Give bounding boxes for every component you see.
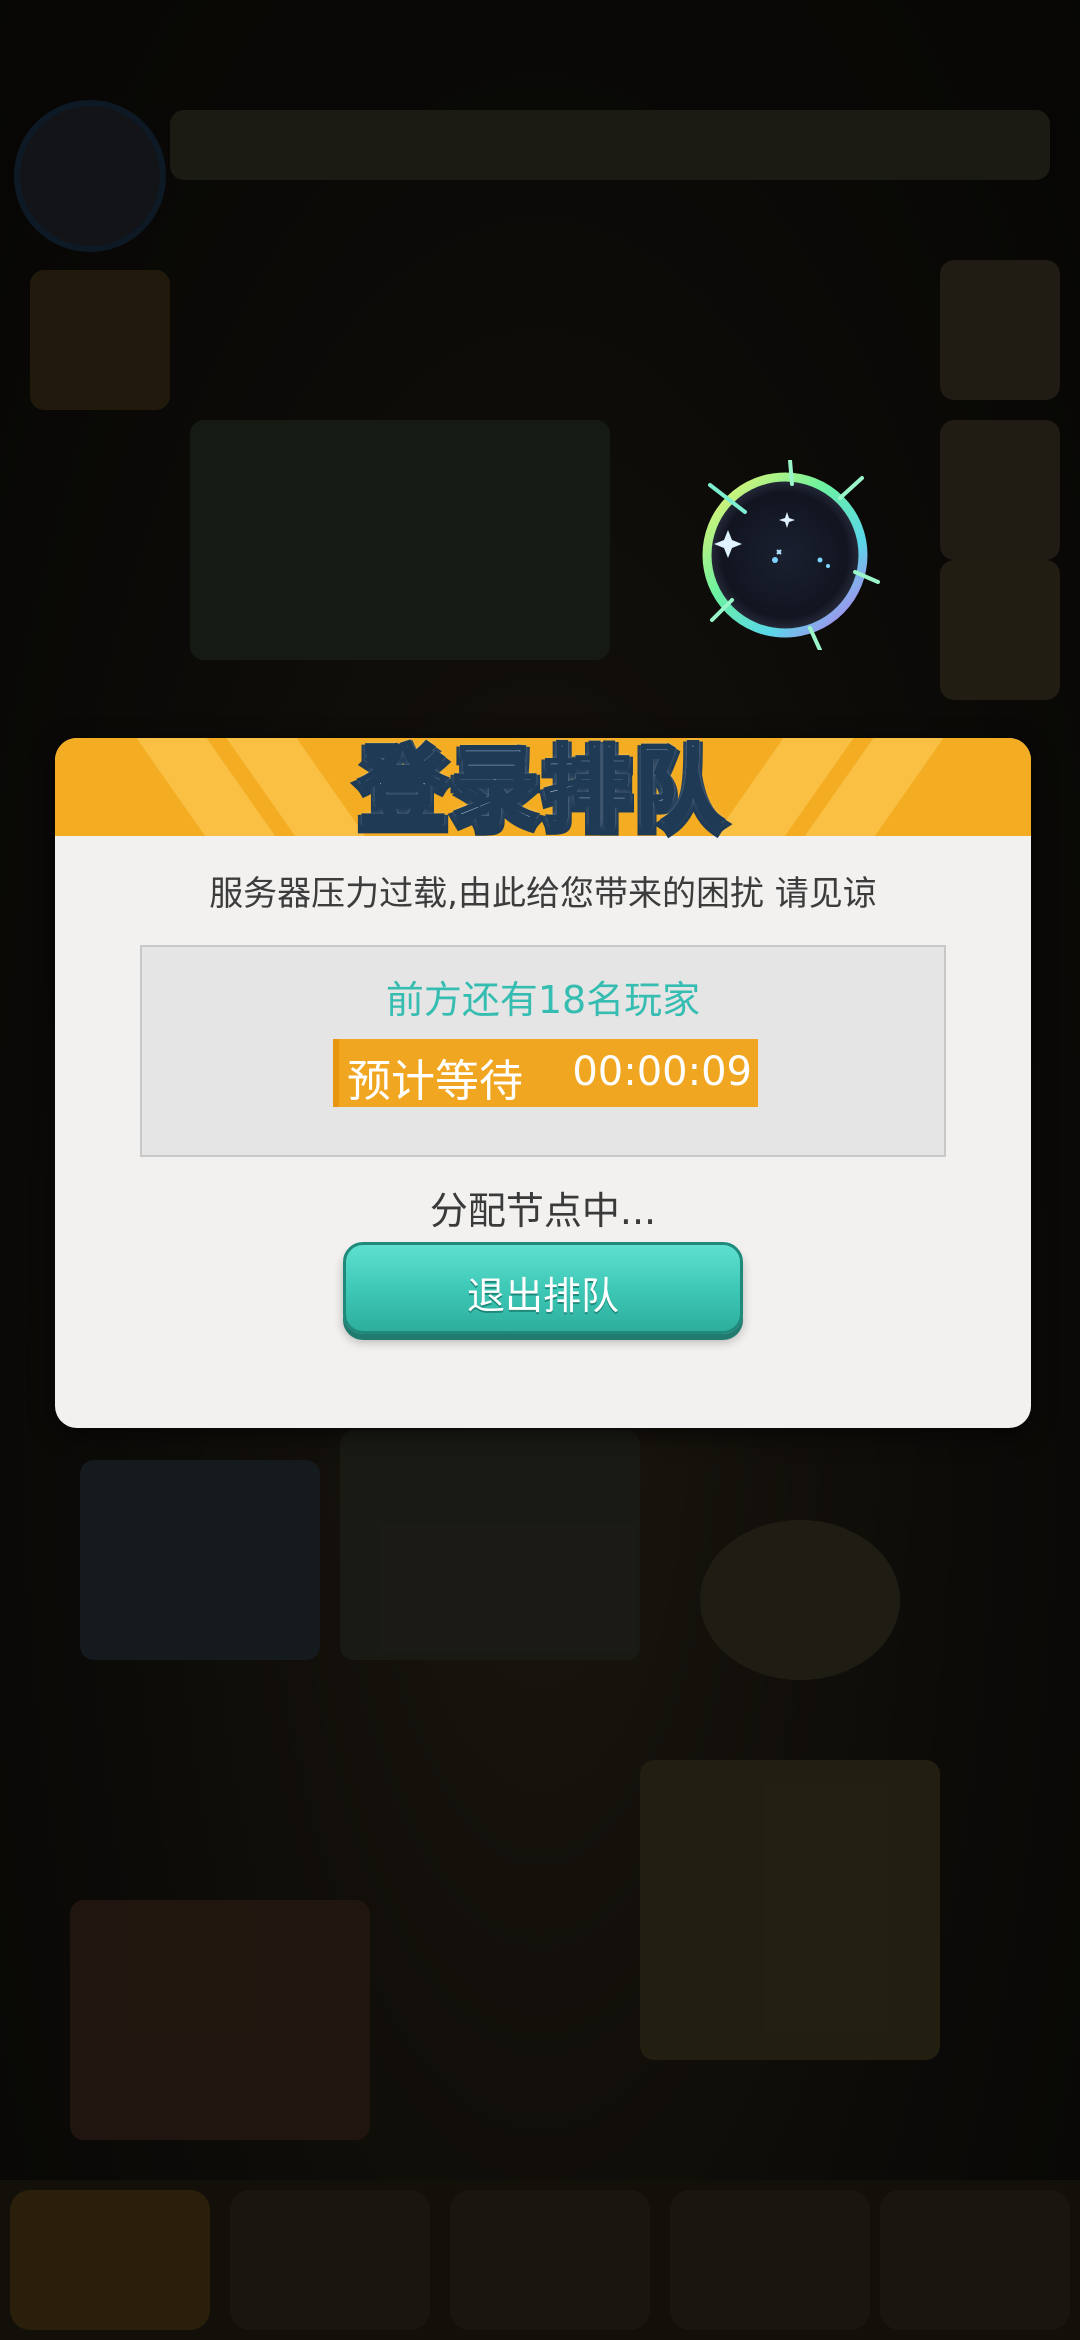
estimated-wait-time: 00:00:09 — [572, 1049, 752, 1095]
dialog-title: 登录排队 — [55, 738, 1031, 843]
queue-info-box: 前方还有18名玩家 预计等待 00:00:09 — [140, 945, 946, 1157]
exit-queue-label: 退出排队 — [466, 1274, 619, 1318]
estimated-wait-label: 预计等待 — [347, 1056, 523, 1107]
estimated-wait-bar: 预计等待 00:00:09 — [333, 1039, 758, 1107]
sparkle-orb-icon — [702, 460, 880, 650]
server-overload-message: 服务器压力过载,由此给您带来的困扰 请见谅 — [209, 874, 877, 914]
login-queue-dialog: 登录排队 登录排队 服务器压力过载,由此给您带来的困扰 请见谅 前方还有18名玩… — [55, 738, 1031, 1428]
exit-queue-button[interactable]: 退出排队 — [343, 1242, 743, 1334]
node-allocation-status: 分配节点中... — [429, 1189, 657, 1233]
queue-position-text: 前方还有18名玩家 — [385, 978, 701, 1022]
game-screen: 登录排队 登录排队 服务器压力过载,由此给您带来的困扰 请见谅 前方还有18名玩… — [0, 0, 1080, 2340]
